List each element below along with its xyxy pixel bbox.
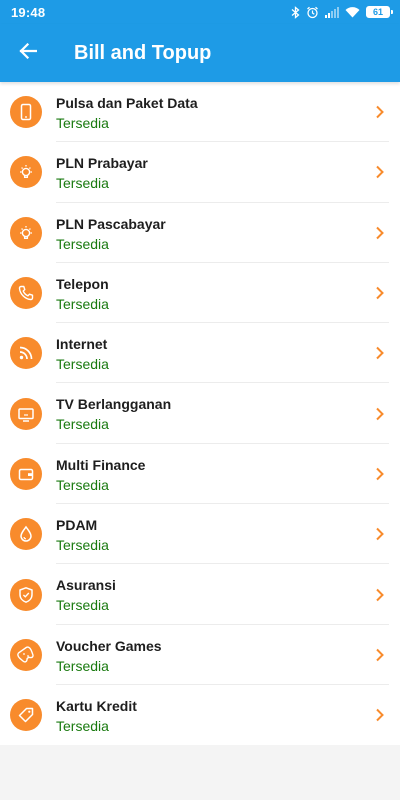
list-item-status: Tersedia bbox=[56, 175, 109, 192]
list-item-text: TV Berlangganan Tersedia bbox=[56, 395, 171, 433]
chevron-right-icon bbox=[372, 647, 388, 663]
arrow-left-icon bbox=[19, 42, 38, 64]
list-item-status: Tersedia bbox=[56, 537, 109, 554]
status-icons: 61 bbox=[291, 5, 393, 19]
list-item-status: Tersedia bbox=[56, 657, 109, 674]
list-item[interactable]: TV Berlangganan Tersedia bbox=[0, 383, 400, 445]
list-item-text: Pulsa dan Paket Data Tersedia bbox=[56, 94, 198, 132]
list-item-status: Tersedia bbox=[56, 235, 109, 252]
tv-icon bbox=[10, 397, 42, 430]
list-item-title: PDAM bbox=[56, 517, 98, 534]
back-button[interactable] bbox=[0, 24, 56, 82]
page-title: Bill and Topup bbox=[74, 42, 212, 64]
list-item[interactable]: Pulsa dan Paket Data Tersedia bbox=[0, 82, 400, 143]
list-item-status: Tersedia bbox=[56, 597, 109, 614]
status-time: 19:48 bbox=[11, 4, 46, 20]
list-item-status: Tersedia bbox=[56, 295, 109, 312]
list-item-title: Voucher Games bbox=[56, 637, 162, 654]
gamepad-icon bbox=[10, 638, 42, 671]
list-item[interactable]: Multi Finance Tersedia bbox=[0, 444, 400, 505]
list-item[interactable]: PDAM Tersedia bbox=[0, 504, 400, 565]
wifi-icon bbox=[345, 6, 360, 18]
list-item-status: Tersedia bbox=[56, 717, 109, 734]
chevron-right-icon bbox=[372, 285, 388, 301]
rss-icon bbox=[10, 337, 42, 370]
chevron-right-icon bbox=[372, 526, 388, 542]
list-item[interactable]: Internet Tersedia bbox=[0, 323, 400, 384]
list-item-text: Voucher Games Tersedia bbox=[56, 637, 162, 675]
battery-icon: 61 bbox=[366, 6, 393, 18]
bluetooth-icon bbox=[291, 5, 300, 19]
alarm-icon bbox=[306, 6, 319, 19]
phone-icon bbox=[10, 96, 42, 129]
list-item-text: PDAM Tersedia bbox=[56, 516, 109, 554]
list-item-title: PLN Pascabayar bbox=[56, 215, 166, 232]
app-bar: Bill and Topup bbox=[0, 24, 400, 82]
status-bar: 19:48 61 bbox=[0, 0, 400, 24]
list-item-text: Telepon Tersedia bbox=[56, 275, 109, 313]
tag-icon bbox=[10, 699, 42, 732]
chevron-right-icon bbox=[372, 587, 388, 603]
list-item-title: Telepon bbox=[56, 275, 109, 292]
signal-icon bbox=[325, 6, 339, 18]
list-item-status: Tersedia bbox=[56, 416, 109, 433]
list-item[interactable]: Voucher Games Tersedia bbox=[0, 625, 400, 686]
list-item-status: Tersedia bbox=[56, 115, 109, 131]
list-item-title: PLN Prabayar bbox=[56, 155, 148, 172]
bulb-icon bbox=[10, 216, 42, 249]
list-item-text: Kartu Kredit Tersedia bbox=[56, 697, 137, 735]
chevron-right-icon bbox=[372, 225, 388, 241]
list-item[interactable]: PLN Prabayar Tersedia bbox=[0, 142, 400, 203]
list-item[interactable]: PLN Pascabayar Tersedia bbox=[0, 203, 400, 264]
telephone-icon bbox=[10, 277, 42, 310]
list-item-title: Asuransi bbox=[56, 577, 116, 594]
list-item-title: Internet bbox=[56, 336, 108, 353]
water-drop-icon bbox=[10, 518, 42, 551]
list-item-title: Pulsa dan Paket Data bbox=[56, 95, 198, 111]
chevron-right-icon bbox=[372, 104, 388, 120]
list-item-title: TV Berlangganan bbox=[56, 396, 172, 413]
list-item-status: Tersedia bbox=[56, 356, 109, 373]
shield-icon bbox=[10, 578, 42, 611]
service-list: Pulsa dan Paket Data Tersedia PLN Prabayar… bbox=[0, 82, 400, 745]
chevron-right-icon bbox=[372, 466, 388, 482]
list-item[interactable]: Telepon Tersedia bbox=[0, 263, 400, 324]
list-item-title: Multi Finance bbox=[56, 456, 146, 473]
chevron-right-icon bbox=[372, 707, 388, 723]
list-item-text: PLN Pascabayar Tersedia bbox=[56, 215, 166, 253]
list-item[interactable]: Asuransi Tersedia bbox=[0, 564, 400, 625]
app-screen: 19:48 61 Bill and Topup Pulsa dan Paket … bbox=[0, 0, 400, 800]
list-item-title: Kartu Kredit bbox=[56, 697, 137, 714]
list-item-text: PLN Prabayar Tersedia bbox=[56, 154, 148, 192]
chevron-right-icon bbox=[372, 164, 388, 180]
list-item-text: Internet Tersedia bbox=[56, 335, 109, 373]
list-item-status: Tersedia bbox=[56, 476, 109, 493]
list-item[interactable]: Kartu Kredit Tersedia bbox=[0, 685, 400, 745]
chevron-right-icon bbox=[372, 345, 388, 361]
chevron-right-icon bbox=[372, 406, 388, 422]
bulb-icon bbox=[10, 156, 42, 189]
wallet-icon bbox=[10, 457, 42, 490]
list-item-text: Multi Finance Tersedia bbox=[56, 456, 145, 494]
list-item-text: Asuransi Tersedia bbox=[56, 576, 116, 614]
